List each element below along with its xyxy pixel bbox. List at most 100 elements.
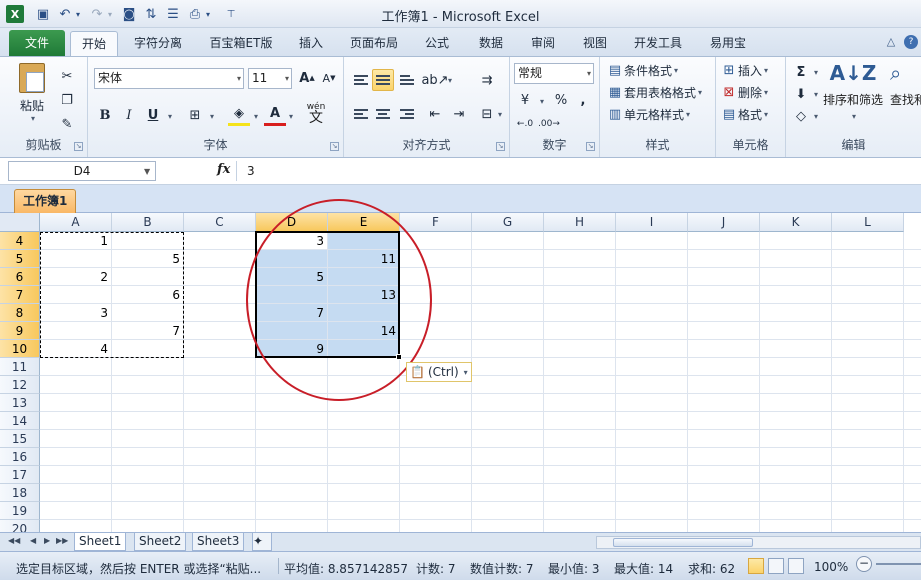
underline-button[interactable]: U [142, 104, 164, 126]
merge-center-icon[interactable]: ⊟ [476, 103, 498, 125]
cell-styles-button[interactable]: ▥ 单元格样式 ▾ [606, 105, 690, 123]
form-icon[interactable]: ☰ [164, 5, 182, 23]
wrap-text-icon[interactable]: ⇉ [476, 69, 498, 91]
tab-file[interactable]: 文件 [9, 30, 65, 56]
new-sheet-icon[interactable]: ✦ [252, 533, 272, 551]
chevron-down-icon[interactable]: ▼ [144, 167, 150, 176]
first-sheet-icon[interactable]: ◀◀ [8, 536, 20, 545]
align-center-icon[interactable] [372, 103, 394, 125]
formula-input[interactable]: 3 [236, 161, 916, 181]
clipboard-launcher-icon[interactable]: ↘ [74, 142, 83, 151]
row-header[interactable]: 13 [0, 394, 40, 412]
row-header[interactable]: 20 [0, 520, 40, 532]
row-header[interactable]: 8 [0, 304, 40, 322]
column-header[interactable]: G [472, 213, 544, 232]
paste-button[interactable]: 粘贴 ▾ [14, 63, 50, 123]
cut-icon[interactable]: ✂ [56, 65, 78, 87]
chevron-down-icon[interactable]: ▾ [814, 90, 818, 99]
column-header[interactable]: K [760, 213, 832, 232]
print-dropdown-icon[interactable]: ▾ [204, 5, 212, 23]
row-header[interactable]: 11 [0, 358, 40, 376]
font-name-select[interactable]: 宋体 ▾ [94, 68, 244, 89]
fill-icon[interactable]: ⬇ [790, 83, 812, 105]
conditional-format-button[interactable]: ▤ 条件格式 ▾ [606, 61, 678, 79]
font-size-select[interactable]: 11 ▾ [248, 68, 292, 89]
currency-icon[interactable]: ¥ [514, 89, 536, 111]
format-cells-button[interactable]: ▤ 格式 ▾ [720, 105, 768, 123]
normal-view-icon[interactable] [748, 558, 764, 574]
font-launcher-icon[interactable]: ↘ [330, 142, 339, 151]
format-as-table-button[interactable]: ▦ 套用表格格式 ▾ [606, 83, 702, 101]
print-icon[interactable]: ⎙ [186, 5, 204, 23]
row-header[interactable]: 18 [0, 484, 40, 502]
tab-review[interactable]: 审阅 [522, 31, 564, 56]
chevron-down-icon[interactable]: ▾ [498, 110, 502, 119]
sheet-tab[interactable]: Sheet3 [192, 533, 245, 551]
tab-view[interactable]: 视图 [574, 31, 616, 56]
minimize-ribbon-icon[interactable]: △ [884, 35, 898, 49]
row-header[interactable]: 9 [0, 322, 40, 340]
column-header[interactable]: A [40, 213, 112, 232]
tab-home[interactable]: 开始 [70, 31, 118, 56]
undo-dropdown-icon[interactable]: ▾ [74, 5, 82, 23]
sheet-tab[interactable]: Sheet2 [134, 533, 187, 551]
delete-cells-button[interactable]: ⊠ 删除 ▾ [720, 83, 768, 101]
chevron-down-icon[interactable]: ▾ [168, 112, 172, 121]
customize-toolbar-icon[interactable]: ⊤ [222, 5, 240, 23]
chevron-down-icon[interactable]: ▾ [289, 112, 293, 121]
insert-cells-button[interactable]: ⊞ 插入 ▾ [720, 61, 768, 79]
page-layout-view-icon[interactable] [768, 558, 784, 574]
bold-button[interactable]: B [94, 104, 116, 126]
font-color-icon[interactable]: A [264, 104, 286, 126]
horizontal-scrollbar[interactable] [596, 536, 921, 549]
chevron-down-icon[interactable]: ▾ [210, 112, 214, 121]
scrollbar-thumb[interactable] [613, 538, 753, 547]
column-header[interactable]: C [184, 213, 256, 232]
workbook-tab[interactable]: 工作簿1 [14, 189, 77, 213]
tab-easy[interactable]: 易用宝 [700, 31, 756, 56]
select-all-corner[interactable] [0, 213, 40, 232]
decrease-indent-icon[interactable]: ⇤ [424, 103, 446, 125]
italic-button[interactable]: I [118, 104, 140, 126]
alignment-launcher-icon[interactable]: ↘ [496, 142, 505, 151]
sort-icon[interactable]: ⇅ [142, 5, 160, 23]
tab-page-layout[interactable]: 页面布局 [340, 31, 408, 56]
chevron-down-icon[interactable]: ▾ [814, 112, 818, 121]
align-right-icon[interactable] [396, 103, 418, 125]
align-left-icon[interactable] [350, 103, 372, 125]
column-header[interactable]: I [616, 213, 688, 232]
percent-button[interactable]: % [550, 89, 572, 111]
row-header[interactable]: 14 [0, 412, 40, 430]
align-middle-icon[interactable] [372, 69, 394, 91]
autosum-icon[interactable]: Σ [790, 61, 812, 83]
row-header[interactable]: 19 [0, 502, 40, 520]
row-header[interactable]: 12 [0, 376, 40, 394]
number-format-select[interactable]: 常规 ▾ [514, 63, 594, 84]
next-sheet-icon[interactable]: ▶ [44, 536, 50, 545]
column-header[interactable]: B [112, 213, 184, 232]
tab-char-split[interactable]: 字符分离 [124, 31, 192, 56]
find-select-button[interactable]: ⌕ 查找和 [890, 61, 921, 108]
chevron-down-icon[interactable]: ▾ [254, 112, 258, 121]
last-sheet-icon[interactable]: ▶▶ [56, 536, 68, 545]
zoom-out-icon[interactable]: − [856, 556, 872, 572]
chevron-down-icon[interactable]: ▾ [448, 76, 452, 85]
phonetic-button[interactable]: wén 文 [302, 102, 330, 125]
fill-color-icon[interactable]: ◈ [228, 104, 250, 126]
tab-developer[interactable]: 开发工具 [624, 31, 692, 56]
row-header[interactable]: 7 [0, 286, 40, 304]
clear-icon[interactable]: ◇ [790, 105, 812, 127]
number-launcher-icon[interactable]: ↘ [586, 142, 595, 151]
row-header[interactable]: 16 [0, 448, 40, 466]
sheet-tab[interactable]: Sheet1 [74, 533, 127, 551]
column-header[interactable]: J [688, 213, 760, 232]
comma-button[interactable]: , [572, 89, 594, 111]
row-header[interactable]: 10 [0, 340, 40, 358]
prev-sheet-icon[interactable]: ◀ [30, 536, 36, 545]
tab-formulas[interactable]: 公式 [416, 31, 458, 56]
paste-options-button[interactable]: 📋 (Ctrl) ▾ [406, 362, 472, 382]
insert-function-button[interactable]: fx [217, 162, 230, 177]
decrease-decimal-icon[interactable]: .00→ [538, 113, 560, 135]
row-header[interactable]: 17 [0, 466, 40, 484]
redo-dropdown-icon[interactable]: ▾ [106, 5, 114, 23]
